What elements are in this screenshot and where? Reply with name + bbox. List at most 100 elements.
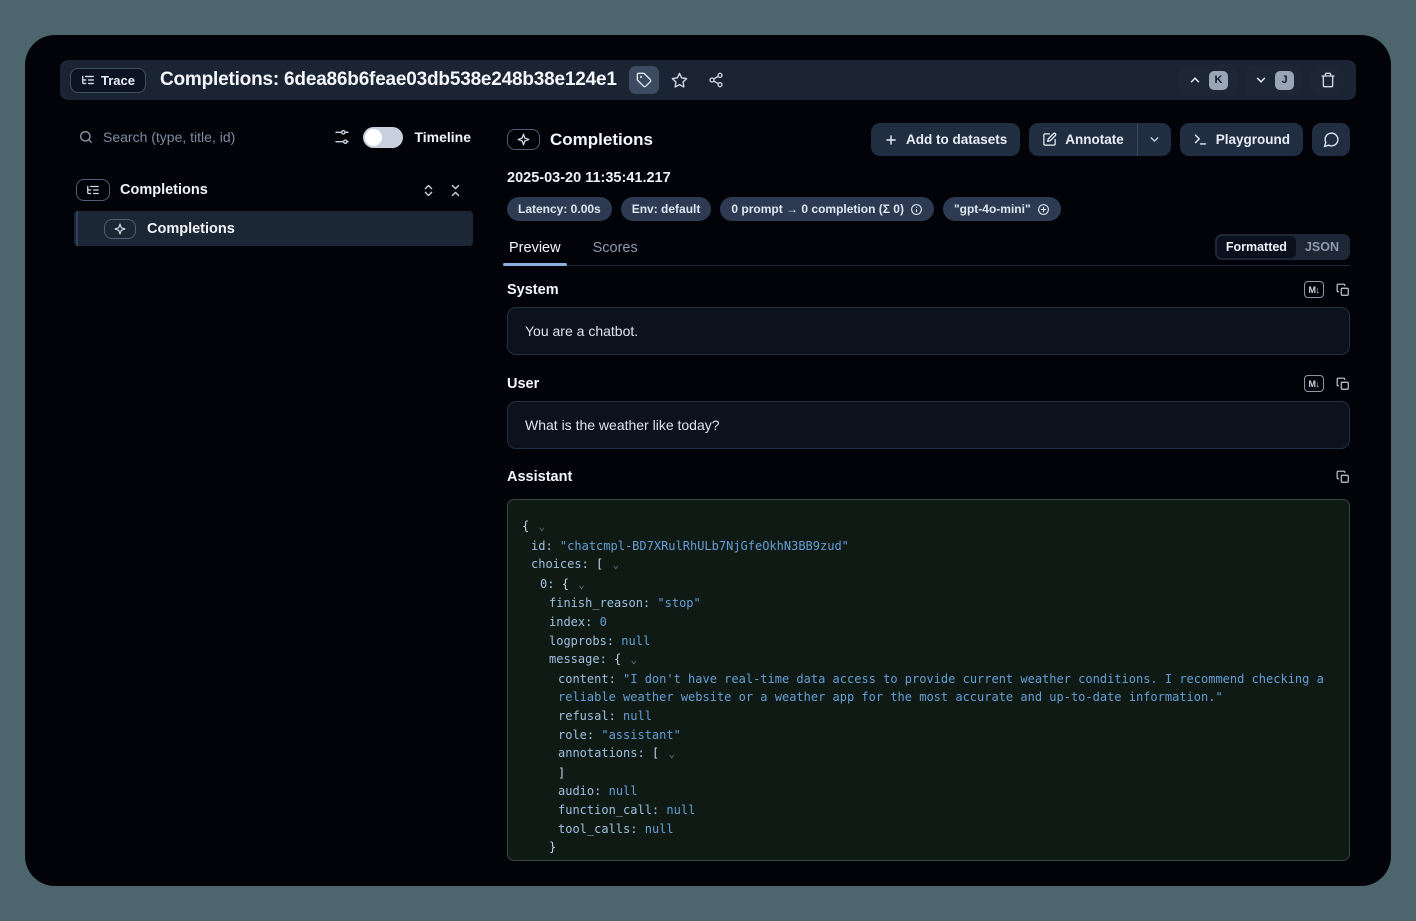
code-line: tool_calls: null [522, 820, 1335, 839]
assistant-output-json: { ⌄id: "chatcmpl-BD7XRulRhULb7NjGfeOkhN3… [507, 499, 1350, 861]
collapse-chevron-icon[interactable]: ⌄ [666, 747, 675, 760]
delete-trace-button[interactable] [1311, 65, 1344, 96]
annotate-dropdown-chevron[interactable] [1137, 123, 1171, 156]
code-line: logprobs: null [522, 632, 1335, 651]
code-token: "assistant" [601, 728, 680, 742]
tag-icon [636, 72, 652, 88]
trace-badge-label: Trace [101, 73, 135, 88]
playground-label: Playground [1216, 132, 1290, 147]
tree-item-completions-selected[interactable]: Completions [74, 211, 473, 246]
code-line: } [522, 857, 1335, 861]
code-token: null [645, 822, 674, 836]
plus-circle-icon [1037, 203, 1050, 216]
tree-root-label: Completions [120, 182, 208, 198]
code-token: function_call: [558, 803, 659, 817]
generation-badge [507, 129, 540, 150]
code-token: { [562, 577, 569, 591]
code-token: null [666, 803, 695, 817]
desktop-background: { "titlebar": { "trace_badge": "Trace", … [0, 0, 1416, 921]
code-line: content: "I don't have real-time data ac… [522, 670, 1335, 707]
code-token: "I don't have real-time data access to p… [558, 672, 1324, 705]
code-line: index: 0 [522, 613, 1335, 632]
collapse-chevron-icon[interactable]: ⌄ [536, 520, 545, 533]
trace-node-badge [76, 179, 110, 201]
code-token: audio: [558, 784, 601, 798]
code-line: } [522, 838, 1335, 857]
code-token: index: [549, 615, 592, 629]
share-icon [708, 72, 724, 88]
code-line: refusal: null [522, 707, 1335, 726]
tree-root-row[interactable]: Completions [60, 173, 473, 207]
collapse-chevron-icon[interactable]: ⌄ [629, 653, 638, 666]
prev-trace-button[interactable]: K [1179, 65, 1237, 96]
markdown-toggle-icon[interactable]: M↓ [1304, 281, 1324, 298]
observation-timestamp: 2025-03-20 11:35:41.217 [507, 170, 1350, 186]
code-token: null [609, 784, 638, 798]
code-token: role: [558, 728, 594, 742]
code-token: { [522, 519, 529, 533]
share-button[interactable] [701, 66, 731, 94]
markdown-toggle-icon[interactable]: M↓ [1304, 375, 1324, 392]
tag-button[interactable] [629, 66, 659, 94]
user-message-text: What is the weather like today? [525, 417, 720, 433]
model-badge[interactable]: "gpt-4o-mini" [943, 197, 1061, 221]
code-token: ] [558, 766, 565, 780]
code-token: null [621, 634, 650, 648]
pen-square-icon [1042, 132, 1057, 147]
copy-icon[interactable] [1336, 470, 1350, 484]
format-switch: Formatted JSON [1215, 234, 1350, 260]
add-to-datasets-button[interactable]: Add to datasets [871, 123, 1020, 156]
annotate-button[interactable]: Annotate [1029, 123, 1137, 156]
code-token: 0: [540, 577, 554, 591]
tab-scores[interactable]: Scores [591, 240, 640, 265]
code-token: message: [549, 652, 607, 666]
assistant-section-header: Assistant [507, 469, 1350, 485]
star-icon [671, 72, 688, 89]
assistant-label: Assistant [507, 469, 572, 485]
playground-button[interactable]: Playground [1180, 123, 1303, 156]
env-badge: Env: default [621, 197, 712, 221]
copy-icon[interactable] [1336, 377, 1350, 391]
code-token: content: [558, 672, 616, 686]
code-line: choices: [ ⌄ [522, 555, 1335, 575]
comments-button[interactable] [1312, 123, 1350, 156]
tab-preview[interactable]: Preview [507, 240, 563, 265]
code-line: finish_reason: "stop" [522, 594, 1335, 613]
code-line: function_call: null [522, 801, 1335, 820]
collapse-all-icon[interactable] [448, 183, 463, 198]
generation-node-badge [104, 219, 136, 239]
code-line: role: "assistant" [522, 726, 1335, 745]
code-token: [ [596, 557, 603, 571]
toggle-knob [365, 129, 382, 146]
system-label: System [507, 282, 559, 298]
code-token: annotations: [558, 746, 645, 760]
expand-all-icon[interactable] [421, 183, 436, 198]
trash-icon [1320, 72, 1336, 88]
search-icon [78, 129, 94, 145]
timeline-toggle[interactable] [363, 127, 403, 148]
code-line: audio: null [522, 782, 1335, 801]
next-trace-button[interactable]: J [1245, 65, 1303, 96]
token-usage-badge[interactable]: 0 prompt → 0 completion (Σ 0) [720, 197, 934, 221]
list-tree-icon [86, 183, 100, 197]
timeline-toggle-label: Timeline [414, 129, 471, 145]
collapse-chevron-icon[interactable]: ⌄ [611, 558, 620, 571]
view-settings-icon[interactable] [334, 129, 350, 145]
app-window: Trace Completions: 6dea86b6feae03db538e2… [25, 35, 1391, 886]
code-token: } [549, 840, 556, 854]
search-input[interactable] [103, 129, 325, 145]
code-token: } [540, 859, 547, 861]
format-formatted[interactable]: Formatted [1217, 236, 1296, 258]
collapse-chevron-icon[interactable]: ⌄ [576, 578, 585, 591]
code-token: [ [652, 746, 659, 760]
format-json[interactable]: JSON [1296, 236, 1348, 258]
code-line: { ⌄ [522, 517, 1335, 537]
trace-tree-sidebar: Timeline Completions [60, 110, 473, 861]
copy-icon[interactable] [1336, 283, 1350, 297]
system-message-box: You are a chatbot. [507, 307, 1350, 355]
code-line: id: "chatcmpl-BD7XRulRhULb7NjGfeOkhN3BB9… [522, 537, 1335, 556]
tree-child-label: Completions [147, 221, 235, 237]
annotate-split-button: Annotate [1029, 123, 1171, 156]
star-button[interactable] [665, 66, 695, 94]
trace-titlebar: Trace Completions: 6dea86b6feae03db538e2… [60, 60, 1356, 100]
